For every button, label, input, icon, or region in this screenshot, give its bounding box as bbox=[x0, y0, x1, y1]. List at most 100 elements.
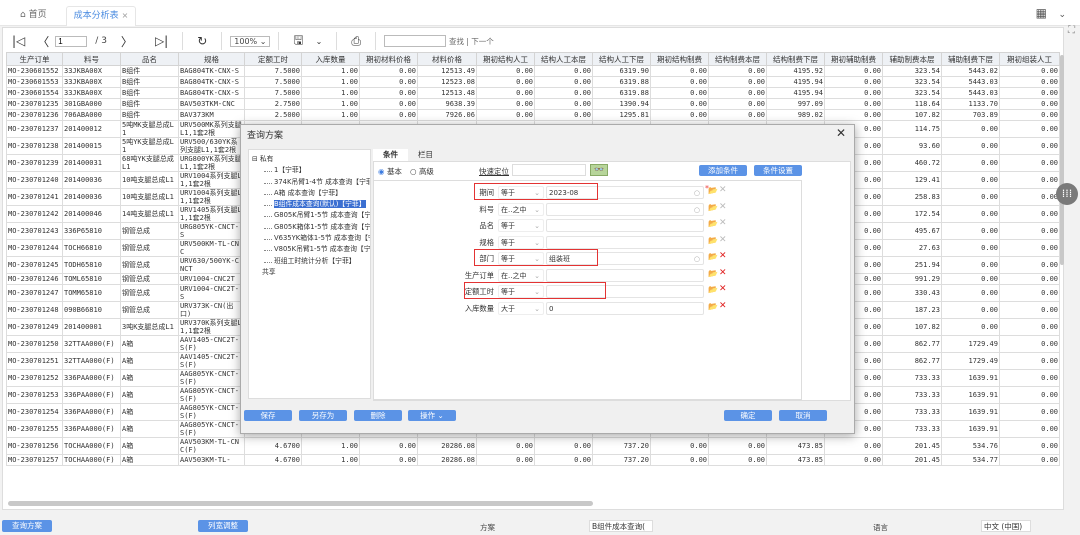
fullscreen-icon[interactable]: ⛶ bbox=[1068, 25, 1075, 36]
save-as-button[interactable]: 另存为 bbox=[299, 410, 347, 421]
actions-button[interactable]: 操作 ⌄ bbox=[408, 410, 456, 421]
tab-conditions[interactable]: 条件 bbox=[373, 149, 408, 161]
close-tab-icon[interactable]: × bbox=[122, 11, 129, 20]
condition-value-input[interactable] bbox=[546, 219, 704, 232]
tree-item[interactable]: G805K吊臂1-5节 成本查询【宁菲】 bbox=[252, 210, 370, 221]
tree-item[interactable]: 1【宁菲】 bbox=[252, 165, 367, 176]
next-page-icon[interactable]: 〉 bbox=[115, 32, 139, 50]
tree-item[interactable]: 374K吊臂1-4节 成本查询【宁菲】 bbox=[252, 177, 370, 188]
horizontal-scrollbar[interactable] bbox=[8, 501, 593, 506]
ok-button[interactable]: 确定 bbox=[724, 410, 772, 421]
column-header[interactable]: 规格 bbox=[178, 52, 245, 66]
condition-value-input[interactable] bbox=[546, 236, 704, 249]
tab-columns[interactable]: 栏目 bbox=[408, 149, 443, 161]
tab-home[interactable]: ⌂ 首页 bbox=[20, 6, 47, 26]
tree-item[interactable]: G805K箱体1-5节 成本查询【宁菲】 bbox=[252, 222, 370, 233]
column-header[interactable]: 结构人工本层 bbox=[534, 52, 593, 66]
save-button[interactable]: 保存 bbox=[244, 410, 292, 421]
table-row[interactable]: MO-230601553 33JKBA00X B组件 BAG804TK-CNX-S 7.… bbox=[6, 76, 1060, 88]
operator-select[interactable]: 大于 ⌄ bbox=[498, 302, 544, 315]
find-input[interactable] bbox=[383, 35, 446, 47]
condition-value-input[interactable]: ○ bbox=[546, 203, 704, 216]
remove-condition-icon[interactable]: ✕ bbox=[719, 235, 727, 245]
search-icon[interactable]: ○ bbox=[694, 187, 700, 199]
column-header[interactable]: 期初辅助制费 bbox=[824, 52, 883, 66]
folder-icon[interactable]: 📂 bbox=[708, 219, 718, 228]
delete-button[interactable]: 删除 bbox=[354, 410, 402, 421]
zoom-select[interactable]: 100% ⌄ bbox=[230, 35, 271, 47]
table-row[interactable]: MO-230701235 301GBA000 B组件 BAV503TKM-CNC 2.7… bbox=[6, 98, 1060, 110]
operator-select[interactable]: 在..之中 ⌄ bbox=[498, 203, 544, 216]
operator-select[interactable]: 等于 ⌄ bbox=[498, 219, 544, 232]
column-header[interactable]: 料号 bbox=[62, 52, 121, 66]
table-row[interactable]: MO-230701257 TOCHAA000(F) A箱 AAV503KM-TL- 4.… bbox=[6, 454, 1060, 466]
column-header[interactable]: 期初结构制费 bbox=[650, 52, 709, 66]
column-header[interactable]: 结构人工下层 bbox=[592, 52, 651, 66]
condition-value-input[interactable] bbox=[546, 269, 704, 282]
refresh-icon[interactable]: ↻ bbox=[191, 32, 213, 50]
tree-item[interactable]: 班组工时统计分析【宁菲】 bbox=[252, 256, 367, 267]
column-header[interactable]: 入库数量 bbox=[301, 52, 360, 66]
vertical-scrollbar[interactable] bbox=[1060, 55, 1064, 265]
tree-node-shared[interactable]: 共享 bbox=[252, 267, 367, 278]
language-select[interactable]: 中文 (中国) bbox=[981, 520, 1031, 532]
column-header[interactable]: 品名 bbox=[120, 52, 179, 66]
folder-icon[interactable]: 📂 bbox=[708, 186, 718, 195]
column-header[interactable]: 结构制费下层 bbox=[766, 52, 825, 66]
table-row[interactable]: MO-230701256 TOCHAA000(F) A箱 AAV503KM-TL-CN… bbox=[6, 437, 1060, 455]
column-header[interactable]: 材料价格 bbox=[417, 52, 477, 66]
column-header[interactable]: 期初组装人工 bbox=[999, 52, 1060, 66]
condition-settings-button[interactable]: 条件设置 bbox=[754, 165, 802, 176]
chevron-down-icon[interactable]: ⌄ bbox=[1058, 10, 1066, 20]
table-row[interactable]: MO-230701236 706ABA000 B组件 BAV373KM 2.5000 1.… bbox=[6, 109, 1060, 121]
grid-apps-icon[interactable]: ▦ bbox=[1036, 6, 1047, 20]
remove-condition-icon[interactable]: ✕ bbox=[719, 218, 727, 228]
folder-icon[interactable]: 📂 bbox=[708, 302, 718, 311]
add-condition-button[interactable]: 添加条件 bbox=[699, 165, 747, 176]
column-header[interactable]: 辅助制费本层 bbox=[882, 52, 942, 66]
column-header[interactable]: 结构制费本层 bbox=[708, 52, 767, 66]
tree-item[interactable]: A箱 成本查询【宁菲】 bbox=[252, 188, 367, 199]
plan-select[interactable]: B组件成本查询( bbox=[589, 520, 653, 532]
print-icon[interactable]: ⎙ bbox=[345, 32, 367, 50]
column-header[interactable]: 期初材料价格 bbox=[359, 52, 418, 66]
folder-icon[interactable]: 📂 bbox=[708, 269, 718, 278]
tab-cost-analysis[interactable]: 成本分析表 × bbox=[66, 6, 136, 26]
folder-icon[interactable]: 📂 bbox=[708, 203, 718, 212]
operator-select[interactable]: 等于 ⌄ bbox=[498, 236, 544, 249]
close-icon[interactable]: ✕ bbox=[836, 126, 846, 140]
remove-condition-icon[interactable]: ✕ bbox=[719, 251, 727, 261]
save-icon[interactable]: 🖫 bbox=[287, 32, 309, 50]
remove-condition-icon[interactable]: ✕ bbox=[719, 268, 727, 278]
remove-condition-icon[interactable]: ✕ bbox=[719, 284, 727, 294]
last-page-icon[interactable]: ▷| bbox=[149, 32, 174, 50]
search-icon[interactable]: ○ bbox=[694, 204, 700, 216]
tree-item[interactable]: V805K吊臂1-5节 成本查询【宁菲】 bbox=[252, 244, 370, 255]
table-row[interactable]: MO-230601554 33JKBA00X B组件 BAG804TK-CNX-S 7.… bbox=[6, 87, 1060, 99]
floating-menu-button[interactable]: ⁞⁞⁞ bbox=[1056, 183, 1078, 205]
folder-icon[interactable]: 📂 bbox=[708, 252, 718, 261]
first-page-icon[interactable]: |◁ bbox=[6, 32, 31, 50]
binoculars-icon[interactable]: 👓 bbox=[590, 164, 608, 176]
remove-condition-icon[interactable]: ✕ bbox=[719, 202, 727, 212]
column-header[interactable]: 辅助制费下层 bbox=[941, 52, 1000, 66]
column-header[interactable]: 期初结构人工 bbox=[476, 52, 535, 66]
folder-icon[interactable]: 📂 bbox=[708, 285, 718, 294]
column-header[interactable]: 生产订单 bbox=[6, 52, 63, 66]
tree-item[interactable]: V635YK箱体1-5节 成本查询【宁菲】 bbox=[252, 233, 370, 244]
table-row[interactable]: MO-230601552 33JKBA00X B组件 BAG804TK-CNX-S 7.… bbox=[6, 65, 1060, 77]
find-next-link[interactable]: 下一个 bbox=[471, 37, 494, 46]
folder-icon[interactable]: 📂 bbox=[708, 236, 718, 245]
remove-condition-icon[interactable]: ✕ bbox=[719, 185, 727, 195]
tree-node-private[interactable]: ⊟ 私有 bbox=[252, 154, 367, 165]
operator-select[interactable]: 在..之中 ⌄ bbox=[498, 269, 544, 282]
query-plan-button[interactable]: 查询方案 bbox=[2, 520, 52, 532]
quick-locate-input[interactable] bbox=[512, 164, 586, 176]
cancel-button[interactable]: 取消 bbox=[779, 410, 827, 421]
quick-locate-link[interactable]: 快速定位 bbox=[479, 166, 509, 177]
condition-value-input[interactable]: 0 bbox=[546, 302, 704, 315]
remove-condition-icon[interactable]: ✕ bbox=[719, 301, 727, 311]
page-number-input[interactable] bbox=[55, 35, 88, 47]
radio-advanced[interactable]: ○ 高级 bbox=[410, 166, 434, 177]
tree-item[interactable]: B组件成本查询(默认)【宁菲】 bbox=[252, 199, 367, 210]
